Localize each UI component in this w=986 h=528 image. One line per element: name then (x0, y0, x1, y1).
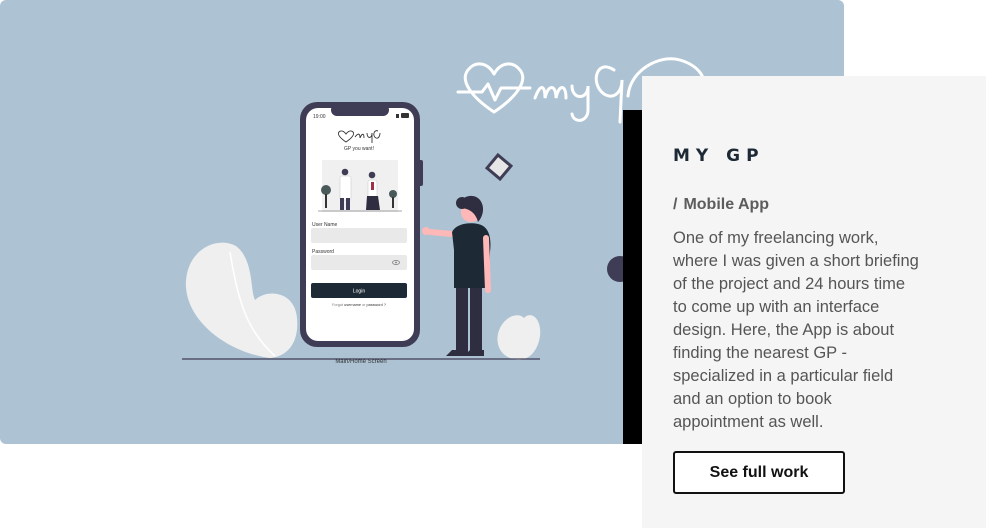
leaf-plant-left (185, 242, 298, 358)
project-category: / Mobile App (673, 196, 769, 214)
login-button-label: Login (353, 289, 365, 295)
app-tagline: GP you want! (344, 146, 374, 152)
person-illustration (422, 195, 491, 356)
see-full-work-button[interactable]: See full work (673, 451, 845, 494)
phone-mockup: 19:00 GP you want! User Name Password Lo… (300, 102, 423, 347)
neon-heart-icon (456, 62, 532, 114)
project-title: MY GP (673, 146, 765, 166)
photo-frame-icon (484, 152, 514, 182)
screen-caption: Main/Home Screen (335, 359, 386, 365)
forgot-credentials-link: Forgot username or password ? (332, 303, 386, 307)
category-prefix: / (673, 196, 678, 213)
project-description: One of my freelancing work, where I was … (673, 229, 919, 431)
category-label: Mobile App (683, 196, 770, 213)
doctors-illustration (318, 160, 402, 212)
project-info-card: MY GP / Mobile App One of my freelancing … (642, 76, 986, 528)
leaf-plant-right (497, 315, 541, 360)
carousel-divider (623, 110, 644, 444)
username-label: User Name (312, 222, 338, 228)
username-field (311, 228, 407, 243)
status-time: 19:00 (313, 114, 326, 120)
password-label: Password (312, 249, 334, 255)
